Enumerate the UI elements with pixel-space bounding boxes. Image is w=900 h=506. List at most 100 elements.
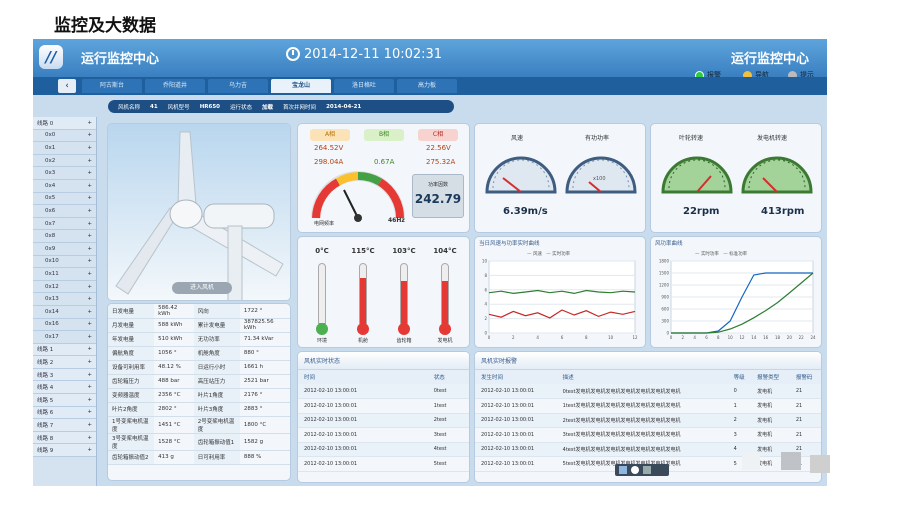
column-header[interactable]: 报警类型 xyxy=(751,370,790,384)
table-row[interactable]: 2012-02-10 13:00:01 2test发电机发电机发电机发电机发电机发… xyxy=(475,413,821,428)
expand-icon[interactable]: + xyxy=(87,258,92,264)
sidebar-item[interactable]: 0x7 + xyxy=(33,218,96,231)
tab-site-2[interactable]: 乌力吉 xyxy=(208,79,268,93)
expand-icon[interactable]: + xyxy=(87,359,92,365)
column-header[interactable]: 发生时间 xyxy=(475,370,557,384)
table-row[interactable]: 2012-02-10 13:00:01 1test xyxy=(298,398,469,414)
expand-icon[interactable]: + xyxy=(87,309,92,315)
tab-site-3[interactable]: 宝龙山 xyxy=(271,79,331,93)
sidebar-item[interactable]: 线路 4 + xyxy=(33,381,96,395)
y-tick-label: 1500 xyxy=(659,271,670,276)
expand-icon[interactable]: + xyxy=(87,233,92,239)
toolbar-window-icon[interactable] xyxy=(619,466,627,474)
expand-icon[interactable]: + xyxy=(87,409,92,415)
toolbar-arrow-icon[interactable] xyxy=(643,466,651,474)
expand-icon[interactable]: + xyxy=(87,195,92,201)
sidebar-item[interactable]: 线路 8 + xyxy=(33,431,96,445)
toolbar-help-icon[interactable] xyxy=(631,466,639,474)
expand-icon[interactable]: + xyxy=(87,346,92,352)
sidebar-item[interactable]: 线路 1 + xyxy=(33,343,96,357)
sidebar-item-label: 0x17 xyxy=(45,333,59,340)
column-header[interactable]: 状态 xyxy=(427,370,469,384)
expand-icon[interactable]: + xyxy=(87,372,92,378)
table-row[interactable]: 2012-02-10 13:00:01 3test xyxy=(298,427,469,443)
sidebar-item[interactable]: 线路 5 + xyxy=(33,394,96,407)
rotor-speed-gauge xyxy=(661,156,733,194)
tab-site-4[interactable]: 洛日格吐 xyxy=(334,79,394,93)
table-row[interactable]: 2012-02-10 13:00:01 3test发电机发电机发电机发电机发电机发… xyxy=(475,427,821,443)
decor-square-2 xyxy=(781,452,801,470)
enter-fan-button[interactable]: 进入风机 xyxy=(172,282,232,294)
expand-icon[interactable]: + xyxy=(87,221,92,227)
sidebar-item[interactable]: 线路 7 + xyxy=(33,419,96,432)
column-header[interactable]: 描述 xyxy=(556,370,728,384)
sidebar-item[interactable]: 线路 3 + xyxy=(33,368,96,382)
tab-site-1[interactable]: 乔阳道井 xyxy=(145,79,205,93)
expand-icon[interactable]: + xyxy=(87,208,92,214)
sidebar-item[interactable]: 0x6 + xyxy=(33,205,96,218)
table-row[interactable]: 2012-02-10 13:00:01 0test发电机发电机发电机发电机发电机发… xyxy=(475,384,821,399)
sidebar-item[interactable]: 线路 2 + xyxy=(33,356,96,369)
table-row[interactable]: 2012-02-10 13:00:01 4test xyxy=(298,442,469,457)
power-factor-value: 242.79 xyxy=(414,192,462,206)
sidebar-item-label: 0x12 xyxy=(45,283,59,290)
table-row[interactable]: 2012-02-10 13:00:01 4test发电机发电机发电机发电机发电机发… xyxy=(475,442,821,457)
back-arrow-icon[interactable]: ‹ xyxy=(58,79,76,93)
sidebar-item[interactable]: 线路 0 + xyxy=(33,117,96,130)
expand-icon[interactable]: + xyxy=(87,447,92,453)
expand-icon[interactable]: + xyxy=(87,145,92,151)
expand-icon[interactable]: + xyxy=(87,397,92,403)
expand-icon[interactable]: + xyxy=(87,132,92,138)
expand-icon[interactable]: + xyxy=(87,170,92,176)
tab-site-5[interactable]: 高力板 xyxy=(397,79,457,93)
sidebar-item[interactable]: 0x12 + xyxy=(33,281,96,294)
expand-icon[interactable]: + xyxy=(87,384,92,390)
expand-icon[interactable]: + xyxy=(87,246,92,252)
sidebar-item[interactable]: 线路 6 + xyxy=(33,406,96,420)
expand-icon[interactable]: + xyxy=(87,271,92,277)
sidebar-item[interactable]: 0x14 + xyxy=(33,306,96,319)
sidebar-item[interactable]: 0x16 + xyxy=(33,319,96,332)
expand-icon[interactable]: + xyxy=(87,435,92,441)
table-cell: 1test发电机发电机发电机发电机发电机发电机发电机 xyxy=(556,398,728,414)
expand-icon[interactable]: + xyxy=(87,296,92,302)
phase-b-label: B相 xyxy=(364,129,404,141)
sidebar-item[interactable]: 0x5 + xyxy=(33,193,96,206)
sidebar-item[interactable]: 0x8 + xyxy=(33,230,96,243)
sidebar-item[interactable]: 0x10 + xyxy=(33,256,96,269)
stat-label: 风向 xyxy=(193,304,240,319)
sidebar-item[interactable]: 0x2 + xyxy=(33,155,96,168)
sidebar-item[interactable]: 0x4 + xyxy=(33,180,96,193)
sidebar-item[interactable]: 0x3 + xyxy=(33,167,96,180)
mini-toolbar[interactable] xyxy=(615,464,669,476)
expand-icon[interactable]: + xyxy=(87,422,92,428)
x-tick-label: 6 xyxy=(705,335,708,340)
expand-icon[interactable]: + xyxy=(87,158,92,164)
expand-icon[interactable]: + xyxy=(87,284,92,290)
table-row[interactable]: 2012-02-10 13:00:01 0test xyxy=(298,384,469,399)
expand-icon[interactable]: + xyxy=(87,183,92,189)
fan-status-panel: 风机实时状态 时间 状态 2012-02-10 13:00:01 0test 2012-… xyxy=(297,351,470,483)
table-row[interactable]: 2012-02-10 13:00:01 2test xyxy=(298,413,469,428)
sidebar-item[interactable]: 0x0 + xyxy=(33,130,96,143)
stat-value: 1528 °C xyxy=(154,433,194,451)
stat-label: 叶片1角度 xyxy=(193,388,240,403)
column-header[interactable]: 等级 xyxy=(727,370,752,384)
column-header[interactable]: 报警码 xyxy=(789,370,821,384)
sidebar-item[interactable]: 0x17 + xyxy=(33,331,96,344)
sidebar-item[interactable]: 0x13 + xyxy=(33,293,96,306)
table-cell: 21 xyxy=(789,384,821,399)
sidebar-item[interactable]: 线路 9 + xyxy=(33,444,96,458)
expand-icon[interactable]: + xyxy=(87,334,92,340)
wind-speed-label: 风速 xyxy=(511,135,524,142)
sidebar-item[interactable]: 0x11 + xyxy=(33,268,96,281)
table-row[interactable]: 2012-02-10 13:00:01 1test发电机发电机发电机发电机发电机发… xyxy=(475,398,821,414)
expand-icon[interactable]: + xyxy=(87,120,92,126)
table-row[interactable]: 2012-02-10 13:00:01 5test xyxy=(298,456,469,472)
column-header[interactable]: 时间 xyxy=(298,370,428,384)
sidebar-item[interactable]: 0x9 + xyxy=(33,243,96,256)
expand-icon[interactable]: + xyxy=(87,321,92,327)
tab-site-0[interactable]: 阿古斯台 xyxy=(82,79,142,93)
sidebar-item[interactable]: 0x1 + xyxy=(33,142,96,155)
phase-b-current: 0.67A xyxy=(374,158,395,166)
